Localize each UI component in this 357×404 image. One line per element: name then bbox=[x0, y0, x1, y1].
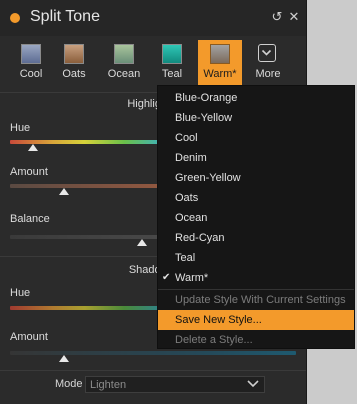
menu-item-teal[interactable]: Teal bbox=[158, 248, 354, 268]
menu-item-oats[interactable]: Oats bbox=[158, 188, 354, 208]
style-preset-cool[interactable]: Cool bbox=[9, 40, 53, 86]
style-preset-oats[interactable]: Oats bbox=[52, 40, 96, 86]
menu-item-label: Oats bbox=[175, 192, 199, 204]
close-icon[interactable]: ✕ bbox=[287, 10, 301, 24]
shadows-amount-slider[interactable] bbox=[10, 351, 296, 355]
menu-item-warm[interactable]: ✔ Warm* bbox=[158, 268, 354, 288]
style-label: Warm* bbox=[203, 68, 237, 80]
menu-item-delete-style: Delete a Style... bbox=[158, 330, 354, 350]
style-preset-warm[interactable]: Warm* bbox=[198, 40, 242, 86]
shadows-hue-label: Hue bbox=[10, 287, 31, 299]
menu-item-label: Ocean bbox=[175, 212, 208, 224]
style-swatch-teal bbox=[162, 44, 182, 64]
highlights-hue-thumb[interactable] bbox=[27, 144, 38, 151]
menu-item-label: Green-Yellow bbox=[175, 172, 241, 184]
menu-item-blue-orange[interactable]: Blue-Orange bbox=[158, 88, 354, 108]
panel-status-dot bbox=[10, 13, 20, 23]
shadows-amount-label: Amount bbox=[10, 331, 48, 343]
menu-item-cool[interactable]: Cool bbox=[158, 128, 354, 148]
highlights-hue-label: Hue bbox=[10, 122, 31, 134]
more-styles-button[interactable]: More bbox=[246, 40, 290, 86]
chevron-down-box-icon bbox=[258, 44, 276, 62]
menu-item-label: Blue-Orange bbox=[175, 92, 238, 104]
style-label: Ocean bbox=[107, 68, 141, 80]
balance-thumb[interactable] bbox=[136, 239, 147, 246]
reset-icon[interactable]: ↺ bbox=[270, 10, 284, 24]
mode-row: Mode Lighten bbox=[0, 374, 306, 396]
menu-item-label: Red-Cyan bbox=[175, 232, 225, 244]
style-swatch-cool bbox=[21, 44, 41, 64]
menu-item-update-style: Update Style With Current Settings bbox=[158, 290, 354, 310]
style-swatch-warm bbox=[210, 44, 230, 64]
style-label: Oats bbox=[62, 68, 86, 80]
highlights-balance-label: Balance bbox=[10, 213, 50, 225]
menu-item-label: Denim bbox=[175, 152, 207, 164]
menu-item-red-cyan[interactable]: Red-Cyan bbox=[158, 228, 354, 248]
menu-item-green-yellow[interactable]: Green-Yellow bbox=[158, 168, 354, 188]
highlights-amount-thumb[interactable] bbox=[59, 188, 70, 195]
more-label: More bbox=[255, 68, 281, 80]
style-label: Cool bbox=[19, 68, 43, 80]
menu-item-label: Save New Style... bbox=[175, 314, 262, 326]
menu-item-denim[interactable]: Denim bbox=[158, 148, 354, 168]
menu-item-ocean[interactable]: Ocean bbox=[158, 208, 354, 228]
menu-item-label: Warm* bbox=[175, 272, 209, 284]
style-swatch-oats bbox=[64, 44, 84, 64]
title-bar: Split Tone ↺ ✕ bbox=[0, 0, 306, 36]
menu-item-label: Cool bbox=[175, 132, 198, 144]
menu-item-blue-yellow[interactable]: Blue-Yellow bbox=[158, 108, 354, 128]
highlights-amount-label: Amount bbox=[10, 166, 48, 178]
menu-item-label: Delete a Style... bbox=[175, 334, 253, 346]
panel-title: Split Tone bbox=[30, 8, 100, 25]
styles-dropdown-menu: Blue-Orange Blue-Yellow Cool Denim Green… bbox=[157, 85, 355, 349]
mode-value: Lighten bbox=[90, 379, 127, 391]
menu-item-save-new-style[interactable]: Save New Style... bbox=[158, 310, 354, 330]
mode-select[interactable]: Lighten bbox=[85, 376, 265, 393]
chevron-down-icon bbox=[246, 377, 260, 391]
style-preset-ocean[interactable]: Ocean bbox=[102, 40, 146, 86]
style-preset-teal[interactable]: Teal bbox=[150, 40, 194, 86]
divider bbox=[0, 370, 306, 371]
checkmark-icon: ✔ bbox=[162, 272, 171, 283]
style-swatch-ocean bbox=[114, 44, 134, 64]
style-presets-row: Cool Oats Ocean Teal Warm* More bbox=[0, 40, 306, 86]
menu-item-label: Update Style With Current Settings bbox=[175, 294, 346, 306]
shadows-amount-thumb[interactable] bbox=[59, 355, 70, 362]
menu-item-label: Blue-Yellow bbox=[175, 112, 233, 124]
menu-item-label: Teal bbox=[175, 252, 196, 264]
mode-label: Mode bbox=[55, 378, 83, 390]
style-label: Teal bbox=[161, 68, 183, 80]
